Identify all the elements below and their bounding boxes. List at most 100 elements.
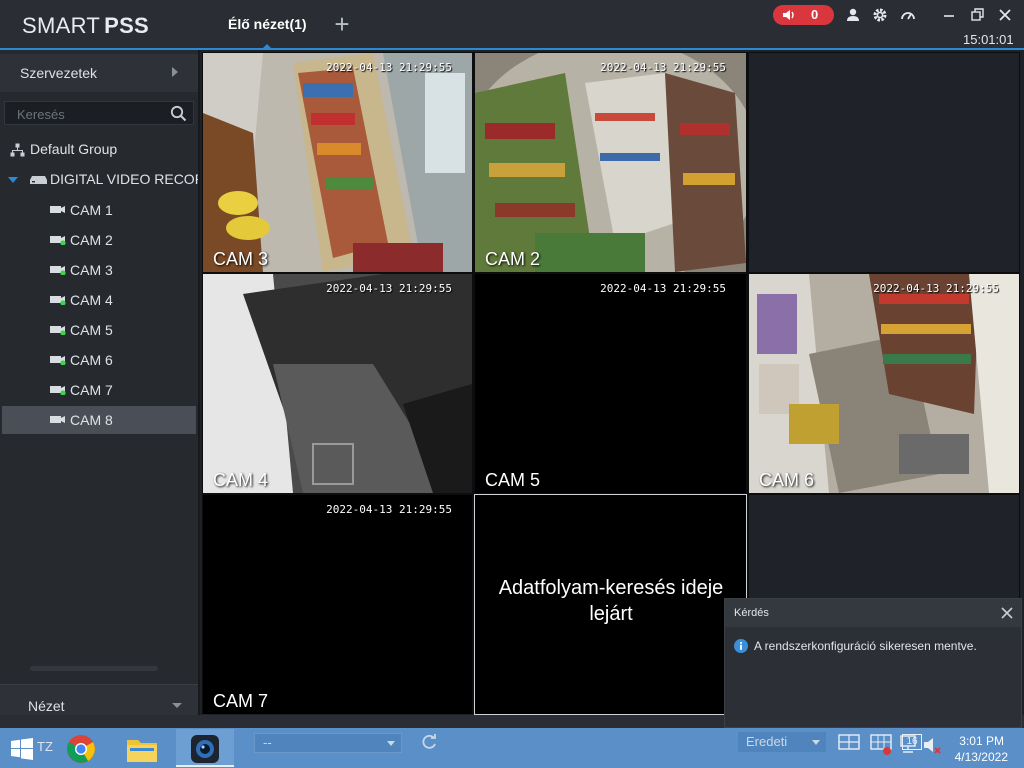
app-logo: SMART PSS [22,13,150,38]
timestamp-overlay: 2022-04-13 21:29:55 [326,61,452,74]
stream-timeout-message: Adatfolyam-keresés ideje lejárt [498,577,724,625]
expand-arrow-icon[interactable] [8,177,18,183]
performance-gauge-icon[interactable] [900,7,916,23]
layout-grid-muted-icon[interactable] [870,734,892,756]
timestamp-overlay: 2022-04-13 21:29:55 [326,282,452,295]
stream-quality-value: Eredeti [746,734,788,749]
camera-item[interactable]: CAM 6 [2,346,196,374]
chrome-icon[interactable] [66,734,96,764]
timestamp-overlay: 2022-04-13 21:29:55 [600,282,726,295]
video-tile-cam-3[interactable]: 2022-04-13 21:29:55 CAM 3 [203,53,472,272]
camera-item[interactable]: CAM 2 [2,226,196,254]
gear-icon[interactable] [872,7,888,23]
close-icon[interactable] [1001,607,1013,619]
layout-grid-icon[interactable] [838,734,860,752]
windows-start-icon[interactable] [11,738,33,760]
camera-item[interactable]: CAM 8 [2,406,196,434]
organizations-header[interactable]: Szervezetek [0,54,198,92]
camera-item[interactable]: CAM 1 [2,196,196,224]
notification-toast: Kérdés A rendszerkonfiguráció sikeresen … [724,598,1022,728]
chevron-right-icon [172,67,178,77]
device-sidebar: Szervezetek Default Group DIGITAL VIDEO … [0,50,200,725]
taskbar-tz-label: TZ [37,739,53,754]
minimize-icon[interactable] [940,6,958,24]
file-explorer-icon[interactable] [126,734,158,764]
user-icon[interactable] [845,7,861,23]
camera-icon [50,416,65,423]
horizontal-scrollbar[interactable] [30,666,158,671]
stream-combo-value: -- [263,735,272,750]
organizations-label: Szervezetek [20,65,98,81]
camera-item[interactable]: CAM 5 [2,316,196,344]
refresh-icon[interactable] [420,733,438,751]
dvr-icon [30,176,47,184]
device-label: DIGITAL VIDEO RECORDER [50,171,198,187]
close-icon[interactable] [996,6,1014,24]
camera-icon [50,386,66,395]
tray-date: 4/13/2022 [954,750,1008,764]
add-tab-button[interactable]: + [330,11,354,37]
timestamp-overlay: 2022-04-13 21:29:55 [873,282,999,295]
camera-item[interactable]: CAM 3 [2,256,196,284]
video-tile-cam-5[interactable]: 2022-04-13 21:29:55 CAM 5 [475,274,746,493]
video-tile-cam-4[interactable]: 2022-04-13 21:29:55 CAM 4 [203,274,472,493]
chevron-down-icon [812,740,820,745]
camera-icon [50,356,66,365]
toast-title: Kérdés [734,607,769,619]
chevron-down-icon [172,703,182,708]
camera-item[interactable]: CAM 4 [2,286,196,314]
video-tile-cam-6[interactable]: 2022-04-13 21:29:55 CAM 6 [749,274,1019,493]
tab-live-view[interactable]: Élő nézet(1) [228,16,307,32]
video-feed-image [203,274,472,493]
video-tile-empty[interactable] [749,53,1019,272]
video-tile-cam-7[interactable]: 2022-04-13 21:29:55 CAM 7 [203,495,472,714]
stream-quality-select[interactable]: Eredeti [738,732,826,752]
camera-label-overlay: CAM 2 [485,249,541,269]
chevron-down-icon [387,741,395,746]
view-label: Nézet [28,698,65,714]
stream-combo[interactable]: -- [254,733,402,753]
timestamp-overlay: 2022-04-13 21:29:55 [600,61,726,74]
camera-icon [50,326,66,335]
camera-item-label: CAM 1 [70,202,113,218]
system-clock: 15:01:01 [963,32,1014,47]
hierarchy-icon [10,143,25,157]
camera-label-overlay: CAM 3 [213,249,269,269]
camera-icon [50,236,66,245]
speaker-icon [783,10,794,20]
camera-item-label: CAM 4 [70,292,113,308]
camera-icon [50,266,66,275]
group-label: Default Group [30,141,118,157]
os-taskbar: TZ -- Eredeti 16 3:01 PM 4/13/2022 [0,728,1024,768]
alarm-badge[interactable]: 0 [773,5,834,25]
video-tile-cam-2[interactable]: 2022-04-13 21:29:55 CAM 2 [475,53,746,272]
smartpss-taskbar-button[interactable] [176,729,234,767]
timestamp-overlay: 2022-04-13 21:29:55 [326,503,452,516]
active-tab-indicator [263,44,271,48]
search-input[interactable] [15,105,164,123]
camera-label-overlay: CAM 6 [759,470,815,490]
alarm-count: 0 [811,7,819,22]
video-feed-image [749,274,1019,493]
camera-item-label: CAM 3 [70,262,113,278]
info-icon [734,639,748,653]
camera-label-overlay: CAM 5 [485,470,541,490]
tray-time: 3:01 PM [959,734,1004,748]
search-box [4,101,194,125]
camera-item-label: CAM 7 [70,382,113,398]
channel-count-badge[interactable]: 16 [902,734,922,750]
camera-item-label: CAM 2 [70,232,113,248]
video-tile-cam-8[interactable]: Adatfolyam-keresés ideje lejárt [474,494,747,715]
camera-icon [50,206,65,213]
tree-device-dvr[interactable]: DIGITAL VIDEO RECORDER [6,171,198,191]
toast-header: Kérdés [725,599,1021,627]
title-bar: SMART PSS Élő nézet(1) + 0 15:01:01 [0,0,1024,50]
video-feed-image [203,53,472,272]
camera-label-overlay: CAM 7 [213,691,269,711]
speaker-muted-icon[interactable] [922,734,942,756]
camera-item-label: CAM 5 [70,322,113,338]
search-icon[interactable] [170,105,187,122]
camera-item[interactable]: CAM 7 [2,376,196,404]
camera-item-label: CAM 6 [70,352,113,368]
restore-icon[interactable] [968,6,986,24]
